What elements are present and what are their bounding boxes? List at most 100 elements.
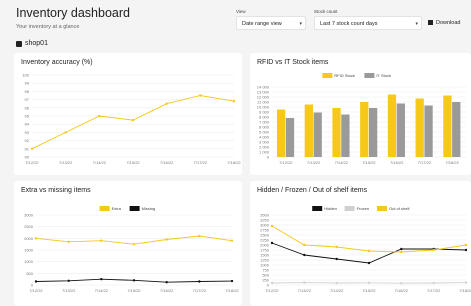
y-tick-label: 0	[267, 155, 270, 160]
data-point	[34, 237, 38, 240]
y-tick-label: 3250	[260, 218, 270, 223]
data-point	[132, 242, 136, 246]
view-select-value: Date range view	[242, 21, 282, 27]
data-point	[303, 281, 306, 284]
data-point	[67, 279, 70, 282]
legend-swatch	[377, 206, 387, 211]
y-tick-label: 2750	[260, 228, 270, 233]
x-tick-label: 7/15/22	[126, 160, 140, 165]
inventory-accuracy-chart: 90 91 92 93 94 95 96 97 98 99 100 7/12/22 7/13/22 7/1…	[22, 73, 241, 166]
data-point	[270, 224, 274, 228]
bar	[443, 95, 452, 157]
shop-selector[interactable]: shop01	[16, 40, 48, 47]
x-tick-label: 7/16/22	[395, 288, 409, 293]
data-point	[98, 114, 101, 118]
stock-count-select-value: Last 7 stock count days	[320, 21, 378, 27]
data-point	[335, 281, 338, 285]
extra-vs-missing-chart: 0 500 1000 1500 2000 2500 3000 7/12/22 7/13/22 7/…	[24, 206, 239, 293]
bar	[396, 103, 405, 157]
stock-count-label: Stock count	[314, 9, 338, 14]
bar	[304, 104, 313, 157]
data-point	[464, 248, 468, 252]
y-tick-label: 500	[26, 271, 33, 276]
stock-count-select[interactable]: Last 7 stock count days ▾	[314, 16, 422, 30]
data-point	[335, 245, 338, 249]
x-tick-label: 7/17/22	[427, 288, 441, 293]
legend-swatch	[322, 73, 333, 78]
y-tick-label: 2000	[24, 236, 34, 241]
data-point	[270, 281, 274, 285]
legend-label: Missing	[142, 206, 156, 211]
data-point	[303, 243, 306, 247]
bar	[276, 109, 286, 157]
y-tick-label: 0	[31, 283, 34, 288]
data-point	[432, 248, 435, 252]
data-point	[198, 234, 201, 238]
x-tick-label: 7/18/22	[227, 160, 241, 165]
legend-label: IT Stock	[376, 73, 391, 78]
y-tick-label: 11 000	[257, 100, 270, 105]
legend-swatch	[99, 206, 110, 211]
y-tick-label: 1250	[260, 258, 270, 263]
x-tick-label: 7/18/22	[459, 288, 471, 293]
x-tick-label: 7/12/22	[29, 288, 43, 293]
x-tick-label: 7/16/22	[390, 160, 404, 165]
download-button[interactable]: Download	[428, 16, 460, 30]
x-tick-label: 7/13/22	[298, 288, 312, 293]
y-tick-label: 90	[25, 155, 30, 160]
y-tick-label: 2500	[24, 224, 34, 229]
y-tick-label: 2 000	[259, 145, 270, 150]
data-point	[464, 281, 468, 284]
shop-name: shop01	[25, 40, 48, 47]
y-tick-label: 2000	[260, 243, 270, 248]
y-tick-label: 1500	[260, 253, 270, 258]
y-tick-label: 5 000	[259, 130, 270, 135]
y-tick-label: 1000	[260, 263, 270, 268]
data-point	[198, 280, 201, 283]
data-point	[165, 281, 168, 284]
data-point	[30, 147, 34, 150]
view-select[interactable]: Date range view ▾	[236, 16, 306, 30]
view-label: View	[236, 9, 246, 14]
download-icon	[428, 20, 433, 26]
legend-swatch	[129, 206, 140, 211]
x-tick-label: 7/17/22	[193, 288, 207, 293]
y-tick-label: 94	[25, 122, 30, 127]
x-tick-label: 7/13/22	[307, 160, 321, 165]
y-tick-label: 14 000	[257, 85, 270, 90]
bar	[387, 94, 397, 157]
legend-label: Out of shelf	[389, 206, 410, 211]
y-tick-label: 1000	[24, 259, 34, 264]
x-tick-label: 7/14/22	[93, 160, 107, 165]
hidden-frozen-chart: 0250500750100012501500175020002250250027…	[260, 206, 471, 293]
data-point	[131, 118, 135, 122]
x-tick-label: 7/13/22	[59, 160, 73, 165]
data-point	[132, 279, 136, 282]
x-tick-label: 7/15/22	[362, 160, 376, 165]
data-point	[34, 280, 38, 283]
data-point	[400, 250, 403, 254]
bar	[452, 102, 461, 157]
data-point	[335, 257, 338, 261]
y-tick-label: 1750	[260, 248, 270, 253]
y-tick-label: 92	[25, 138, 30, 143]
chevron-down-icon: ▾	[299, 21, 302, 27]
x-tick-label: 7/12/22	[25, 160, 39, 165]
x-tick-label: 7/15/22	[127, 288, 141, 293]
x-tick-label: 7/17/22	[418, 160, 432, 165]
hidden-frozen-card: Hidden / Frozen / Out of shelf items 0 25…	[250, 181, 471, 306]
y-tick-label: 2500	[260, 233, 270, 238]
y-tick-label: 98	[25, 89, 30, 94]
data-point	[230, 279, 234, 283]
y-tick-label: 13 000	[257, 90, 270, 95]
y-tick-label: 3500	[260, 213, 270, 218]
bar	[424, 105, 433, 157]
series-line	[35, 235, 233, 245]
data-point	[100, 277, 103, 281]
store-icon	[16, 40, 22, 47]
y-tick-label: 250	[262, 278, 269, 283]
x-tick-label: 7/16/22	[160, 160, 174, 165]
data-point	[367, 281, 371, 284]
legend-label: RFID Stock	[334, 73, 354, 78]
legend-swatch	[312, 206, 323, 211]
